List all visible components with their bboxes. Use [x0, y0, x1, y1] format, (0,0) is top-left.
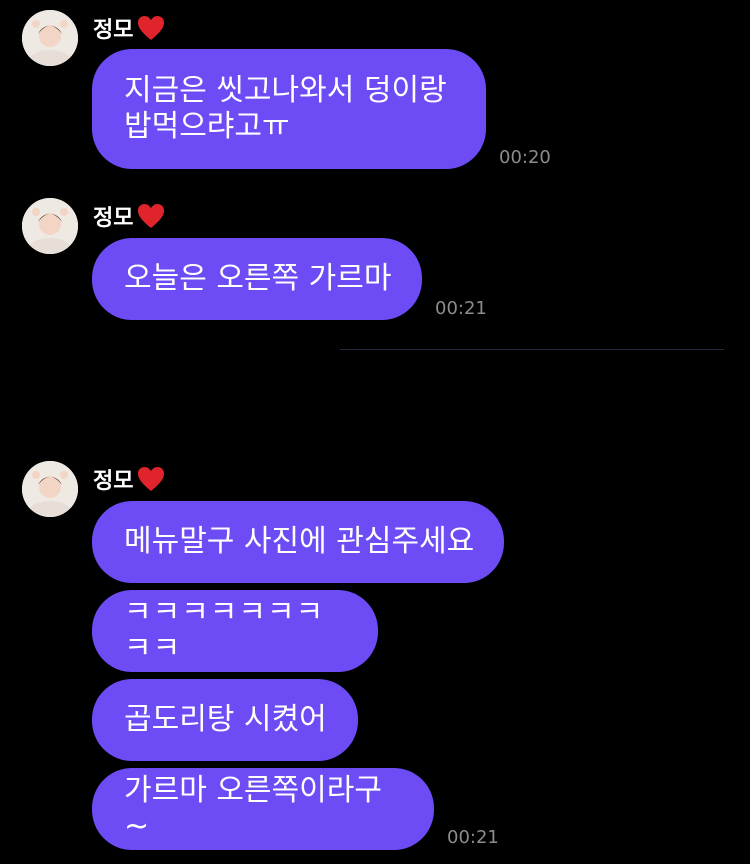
divider — [340, 349, 724, 350]
message-text-line: 밥먹으랴고ㅠ — [124, 109, 290, 144]
avatar[interactable] — [22, 461, 78, 517]
avatar-photo-icon — [22, 461, 78, 517]
avatar[interactable] — [22, 198, 78, 254]
red-heart-icon — [138, 467, 165, 491]
avatar[interactable] — [22, 10, 78, 66]
message-bubble[interactable]: 곱도리탕 시켰어 — [92, 679, 358, 761]
avatar-photo-icon — [22, 10, 78, 66]
message-bubble[interactable]: 오늘은 오른쪽 가르마 — [92, 238, 422, 320]
message-text-line: 지금은 씻고나와서 덩이랑 — [124, 73, 447, 108]
sender-name: 정모 — [93, 200, 166, 232]
message-bubble[interactable]: ㅋㅋㅋㅋㅋㅋㅋㅋㅋ — [92, 590, 378, 672]
message-text: 오늘은 오른쪽 가르마 — [124, 261, 392, 296]
message-timestamp: 00:20 — [499, 147, 551, 168]
red-heart-icon — [138, 16, 165, 40]
chat-thread: 정모 지금은 씻고나와서 덩이랑 밥먹으랴고ㅠ 00:20 정모 오늘은 오른쪽… — [0, 0, 750, 864]
sender-name: 정모 — [93, 463, 166, 495]
message-text: 가르마 오른쪽이라구~ — [124, 773, 382, 844]
message-timestamp: 00:21 — [435, 298, 487, 319]
sender-label: 정모 — [93, 206, 134, 231]
message-bubble[interactable]: 지금은 씻고나와서 덩이랑 밥먹으랴고ㅠ — [92, 49, 486, 169]
message-text: 곱도리탕 시켰어 — [124, 702, 327, 737]
red-heart-icon — [138, 204, 165, 228]
message-text: ㅋㅋㅋㅋㅋㅋㅋㅋㅋ — [124, 595, 325, 666]
sender-name: 정모 — [93, 12, 166, 44]
avatar-photo-icon — [22, 198, 78, 254]
message-text: 메뉴말구 사진에 관심주세요 — [124, 524, 475, 559]
message-bubble[interactable]: 가르마 오른쪽이라구~ — [92, 768, 434, 850]
message-timestamp: 00:21 — [447, 827, 499, 848]
sender-label: 정모 — [93, 469, 134, 494]
message-bubble[interactable]: 메뉴말구 사진에 관심주세요 — [92, 501, 504, 583]
sender-label: 정모 — [93, 18, 134, 43]
